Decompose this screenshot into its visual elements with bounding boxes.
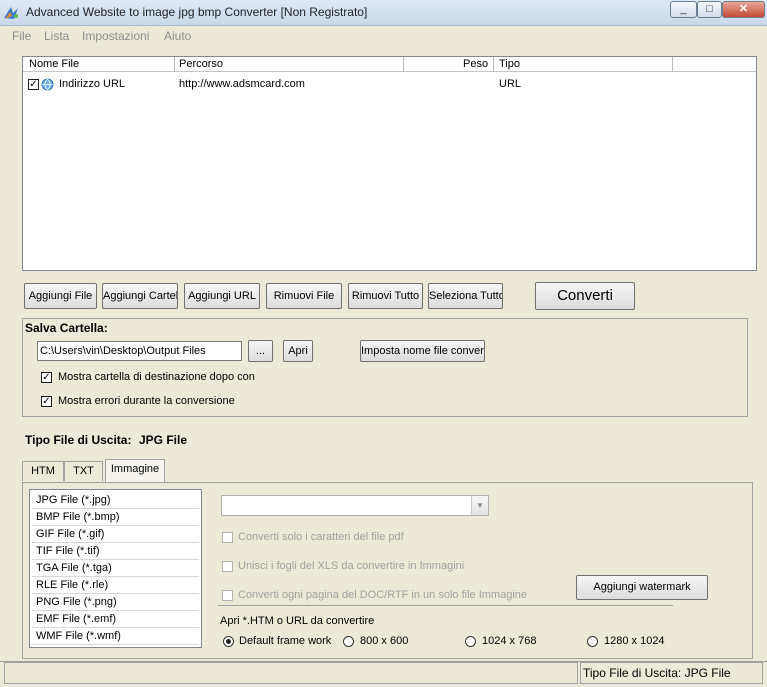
xls-sheets-label: Unisci i fogli del XLS da convertire in … <box>238 560 465 572</box>
row-checkbox[interactable]: ✓ <box>28 79 39 90</box>
list-item[interactable]: BMP File (*.bmp) <box>32 509 199 526</box>
divider <box>218 605 673 606</box>
menu-file[interactable]: File <box>12 29 31 43</box>
tab-immagine[interactable]: Immagine <box>105 459 165 482</box>
doc-pages-label: Converti ogni pagina del DOC/RTF in un s… <box>238 589 527 601</box>
list-item[interactable]: TGA File (*.tga) <box>32 560 199 577</box>
title-bar: Advanced Website to image jpg bmp Conver… <box>0 0 767 26</box>
radio-1024x768-label: 1024 x 768 <box>482 635 537 647</box>
maximize-button[interactable]: □ <box>697 1 722 18</box>
column-divider[interactable] <box>672 57 673 72</box>
radio-1280x1024[interactable] <box>587 636 598 647</box>
app-icon <box>2 4 20 22</box>
select-all-button[interactable]: Seleziona Tutto <box>428 283 503 309</box>
menu-lista[interactable]: Lista <box>44 29 69 43</box>
radio-800x600-label: 800 x 600 <box>360 635 409 647</box>
list-item[interactable]: WMF File (*.wmf) <box>32 628 199 645</box>
remove-file-button[interactable]: Rimuovi File <box>266 283 342 309</box>
list-item[interactable]: JPG File (*.jpg) <box>32 492 199 509</box>
status-cell-left <box>4 662 578 684</box>
radio-1024x768[interactable] <box>465 636 476 647</box>
column-header-name[interactable]: Nome File <box>29 58 79 70</box>
column-header-size[interactable]: Peso <box>463 58 488 70</box>
status-cell-right: Tipo File di Uscita: JPG File <box>580 662 763 684</box>
browse-button[interactable]: ... <box>248 340 273 362</box>
column-header-path[interactable]: Percorso <box>179 58 223 70</box>
row-name: Indirizzo URL <box>59 78 126 90</box>
format-list[interactable]: JPG File (*.jpg) BMP File (*.bmp) GIF Fi… <box>29 489 202 648</box>
tab-txt[interactable]: TXT <box>64 461 103 481</box>
row-path: http://www.adsmcard.com <box>179 78 305 90</box>
output-type-value: JPG File <box>139 433 188 447</box>
convert-button[interactable]: Converti <box>535 282 635 310</box>
doc-pages-checkbox[interactable] <box>222 590 233 601</box>
column-header-type[interactable]: Tipo <box>499 58 520 70</box>
chevron-down-icon[interactable]: ▼ <box>471 496 488 515</box>
globe-icon <box>41 78 54 91</box>
column-divider[interactable] <box>493 57 494 72</box>
menu-impostazioni[interactable]: Impostazioni <box>82 29 149 43</box>
save-folder-label: Salva Cartella: <box>25 321 108 335</box>
list-item[interactable]: GIF File (*.gif) <box>32 526 199 543</box>
row-type: URL <box>499 78 522 90</box>
list-item[interactable]: RLE File (*.rle) <box>32 577 199 594</box>
status-text: Tipo File di Uscita: JPG File <box>583 666 731 680</box>
radio-800x600[interactable] <box>343 636 354 647</box>
close-button[interactable]: ✕ <box>722 1 765 18</box>
radio-1280x1024-label: 1280 x 1024 <box>604 635 665 647</box>
radio-default-frame-label: Default frame work <box>239 635 332 647</box>
minimize-button[interactable]: _ <box>670 1 697 18</box>
remove-all-button[interactable]: Rimuovi Tutto <box>348 283 423 309</box>
table-row[interactable]: ✓ Indirizzo URL http://www.adsmcard.com … <box>23 76 756 93</box>
tab-htm[interactable]: HTM <box>22 461 64 481</box>
show-folder-checkbox[interactable]: ✓ <box>41 372 52 383</box>
add-url-button[interactable]: Aggiungi URL <box>184 283 260 309</box>
menu-bar: File Lista Impostazioni Aiuto <box>0 26 767 46</box>
xls-sheets-checkbox[interactable] <box>222 561 233 572</box>
column-divider[interactable] <box>174 57 175 72</box>
window-title: Advanced Website to image jpg bmp Conver… <box>26 5 368 19</box>
list-item[interactable]: TIF File (*.tif) <box>32 543 199 560</box>
add-folder-button[interactable]: Aggiungi Cartella <box>102 283 178 309</box>
open-url-label: Apri *.HTM o URL da convertire <box>220 615 375 627</box>
pdf-chars-checkbox[interactable] <box>222 532 233 543</box>
show-errors-label: Mostra errori durante la conversione <box>58 395 235 407</box>
add-file-button[interactable]: Aggiungi File <box>24 283 97 309</box>
list-item[interactable]: PNG File (*.png) <box>32 594 199 611</box>
set-filename-button[interactable]: Imposta nome file convertiti <box>360 340 485 362</box>
image-format-dropdown[interactable]: ▼ <box>221 495 489 516</box>
show-errors-checkbox[interactable]: ✓ <box>41 396 52 407</box>
column-divider[interactable] <box>403 57 404 72</box>
menu-aiuto[interactable]: Aiuto <box>164 29 191 43</box>
list-item[interactable]: EMF File (*.emf) <box>32 611 199 628</box>
output-folder-field[interactable]: C:\Users\vin\Desktop\Output Files <box>37 341 242 361</box>
open-folder-button[interactable]: Apri <box>283 340 313 362</box>
file-list[interactable]: Nome File Percorso Peso Tipo ✓ Indirizzo… <box>22 56 757 271</box>
radio-default-frame[interactable] <box>223 636 234 647</box>
output-type-label: Tipo File di Uscita: <box>25 433 132 447</box>
pdf-chars-label: Converti solo i caratteri del file pdf <box>238 531 404 543</box>
add-watermark-button[interactable]: Aggiungi watermark <box>576 575 708 600</box>
show-folder-label: Mostra cartella di destinazione dopo con <box>58 371 255 383</box>
list-header: Nome File Percorso Peso Tipo <box>23 57 756 72</box>
